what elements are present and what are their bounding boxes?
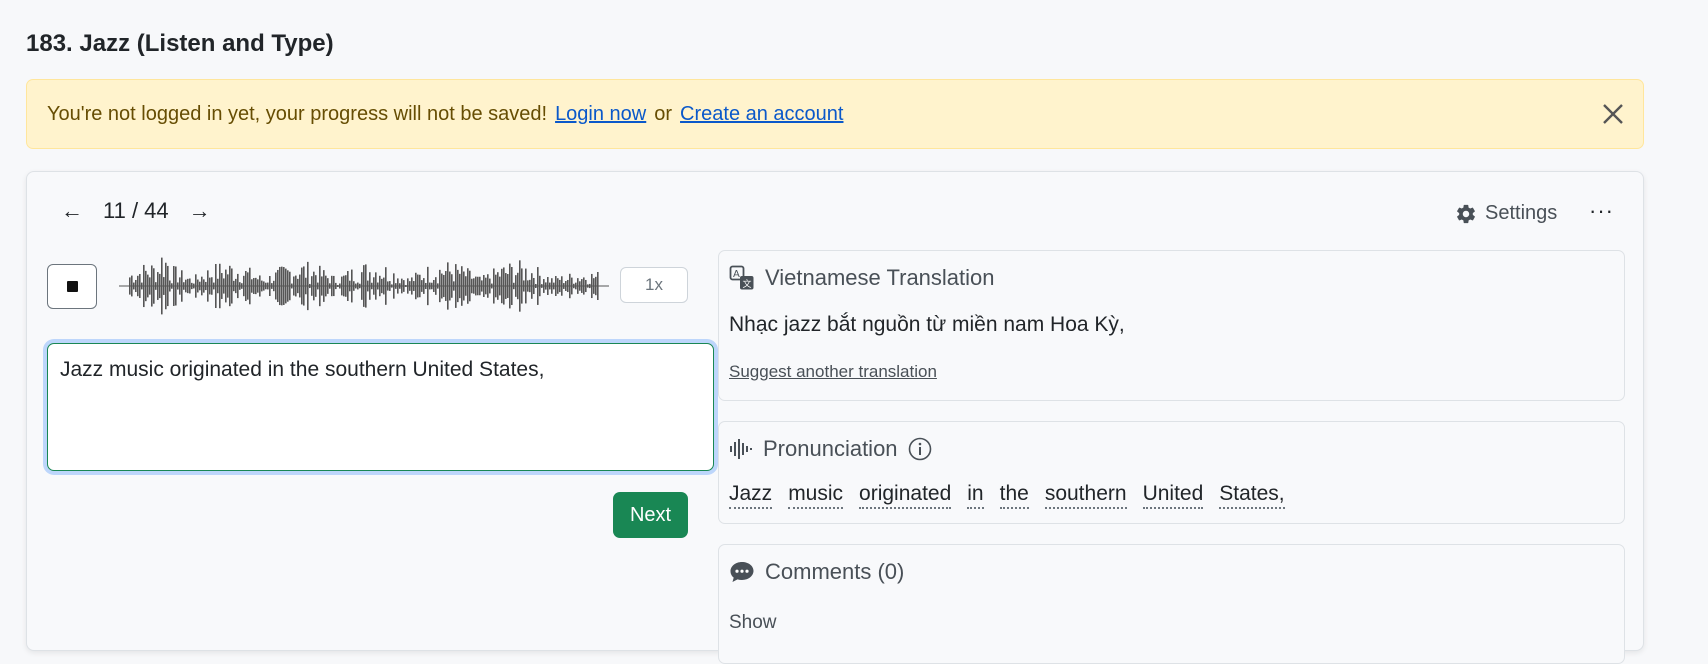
next-button[interactable]: Next: [613, 492, 688, 538]
close-icon[interactable]: [1599, 100, 1627, 128]
gear-icon: [1457, 204, 1475, 223]
login-link[interactable]: Login now: [555, 103, 646, 126]
pronunciation-word[interactable]: originated: [859, 482, 952, 509]
exercise-card: ← 11 / 44 → Settings ··· 1x Next A 文 Vie…: [26, 171, 1644, 664]
audio-waveform[interactable]: [119, 250, 609, 322]
settings-button[interactable]: Settings: [1455, 202, 1557, 225]
comment-icon: [730, 562, 754, 582]
stop-icon: [66, 281, 78, 292]
translation-heading-label: Vietnamese Translation: [765, 265, 995, 290]
next-arrow-icon[interactable]: →: [185, 198, 215, 224]
info-icon[interactable]: [908, 437, 932, 461]
svg-text:文: 文: [743, 278, 752, 290]
pronunciation-word[interactable]: States,: [1219, 482, 1285, 509]
more-options-icon[interactable]: ···: [1589, 198, 1614, 224]
translation-text: Nhạc jazz bắt nguồn từ miền nam Hoa Kỳ,: [729, 313, 1125, 336]
pronunciation-word[interactable]: United: [1142, 482, 1204, 509]
comments-heading-label: Comments (0): [765, 559, 905, 584]
prev-arrow-icon[interactable]: ←: [57, 198, 87, 224]
settings-label: Settings: [1485, 202, 1558, 224]
show-comments-link[interactable]: Show: [729, 612, 777, 634]
sentence-navigation: ← 11 / 44 →: [57, 198, 215, 224]
svg-text:A: A: [733, 269, 740, 280]
answer-input[interactable]: [47, 343, 714, 471]
pronunciation-word[interactable]: music: [788, 482, 844, 509]
translation-panel: A 文 Vietnamese Translation Nhạc jazz bắt…: [718, 250, 1625, 401]
soundwave-icon: [730, 439, 752, 459]
alert-or-text: or: [654, 102, 673, 125]
suggest-translation-link[interactable]: Suggest another translation: [729, 362, 937, 382]
comments-heading: Comments (0): [729, 559, 904, 585]
pronunciation-word[interactable]: southern: [1044, 482, 1127, 509]
pronunciation-heading: Pronunciation: [729, 436, 942, 462]
translate-icon: A 文: [729, 265, 754, 290]
page-title: 183. Jazz (Listen and Type): [26, 30, 334, 57]
pronunciation-words: Jazz music originated in the southern United St…: [729, 482, 1301, 509]
login-alert: You're not logged in yet, your progress …: [26, 79, 1644, 149]
pronunciation-heading-label: Pronunciation: [763, 436, 898, 461]
pronunciation-word[interactable]: the: [999, 482, 1029, 509]
translation-heading: A 文 Vietnamese Translation: [729, 265, 995, 291]
create-account-link[interactable]: Create an account: [680, 103, 843, 126]
audio-player: 1x: [47, 257, 688, 315]
pronunciation-word[interactable]: in: [967, 482, 984, 509]
sentence-counter: 11 / 44: [103, 198, 169, 223]
pronunciation-word[interactable]: Jazz: [729, 482, 773, 509]
alert-message: You're not logged in yet, your progress …: [47, 102, 548, 125]
pronunciation-panel: Pronunciation Jazz music originated in the so…: [718, 421, 1625, 524]
playback-speed-button[interactable]: 1x: [620, 267, 688, 303]
stop-button[interactable]: [47, 264, 97, 309]
comments-panel: Comments (0) Show: [718, 544, 1625, 664]
